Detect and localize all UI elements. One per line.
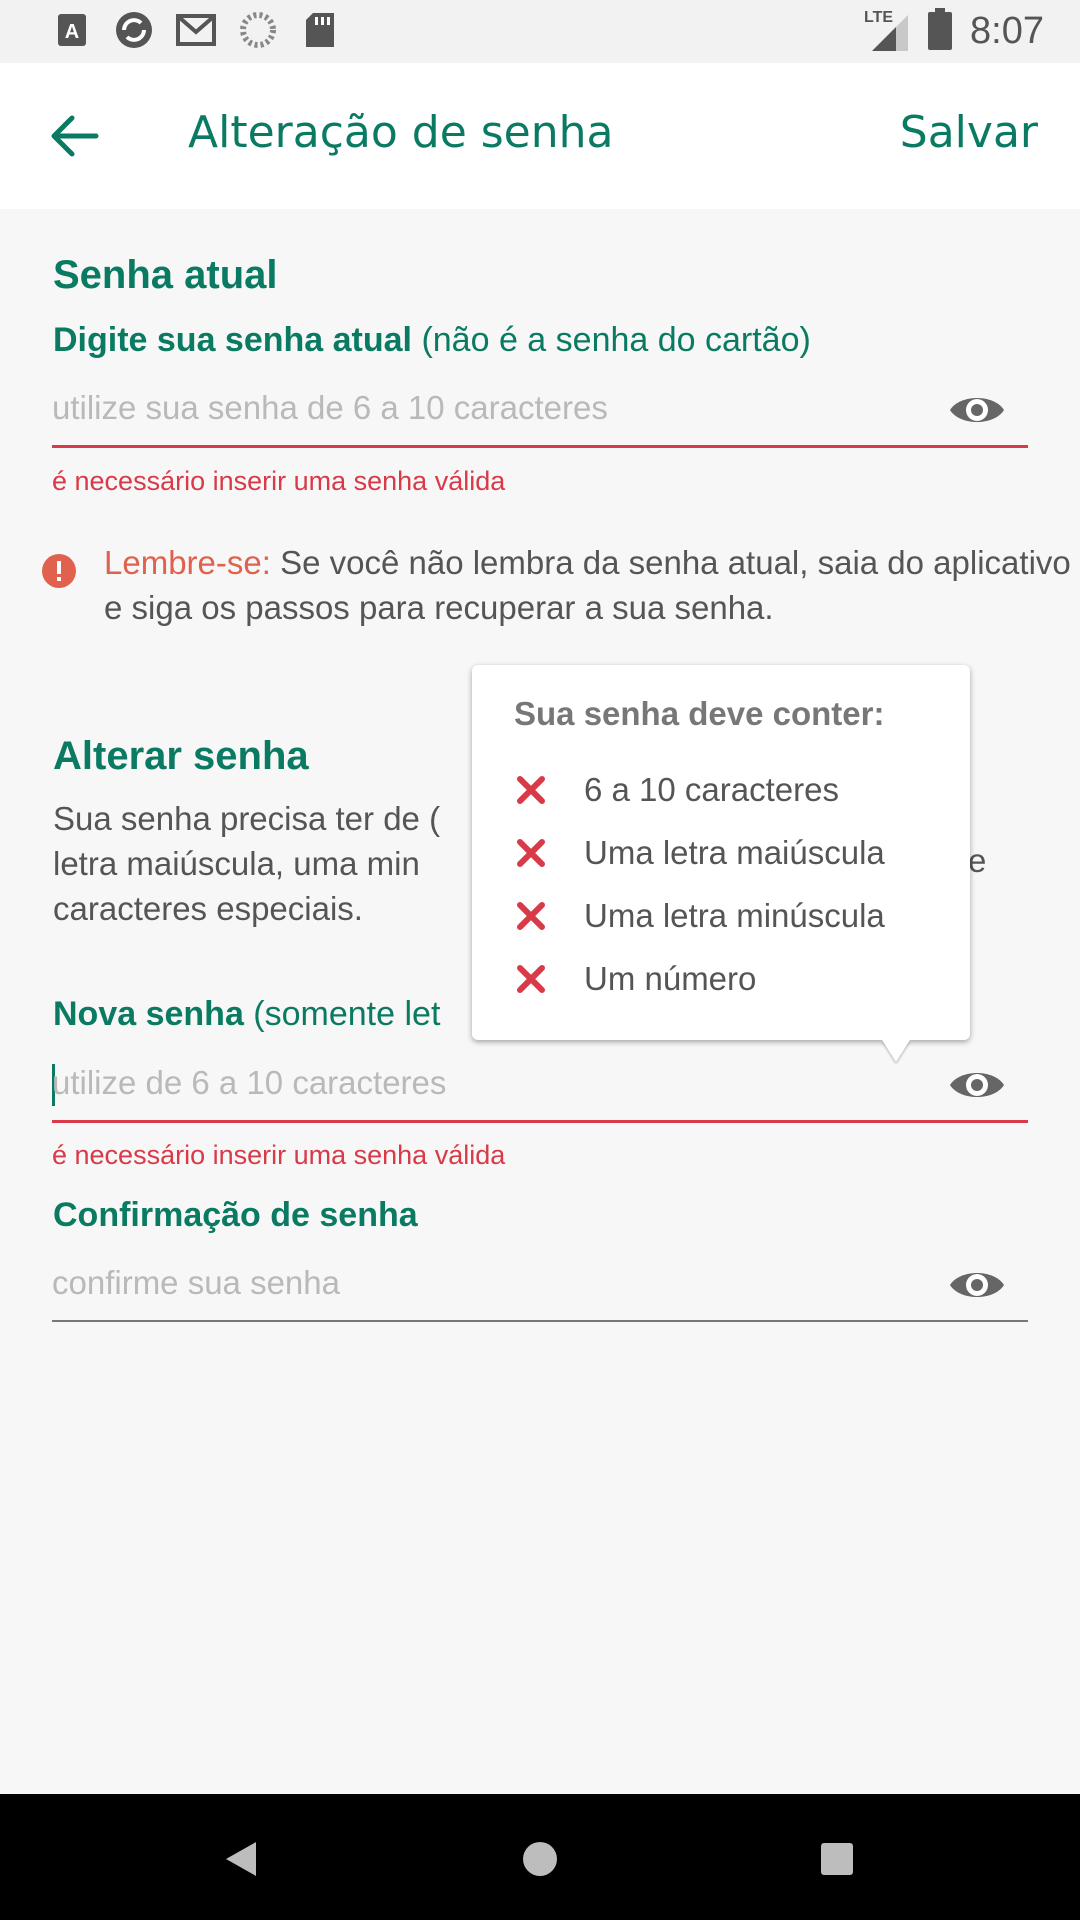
current-password-label-bold: Digite sua senha atual <box>53 321 412 359</box>
confirm-password-placeholder: confirme sua senha <box>52 1264 340 1301</box>
clock: 8:07 <box>970 9 1044 52</box>
back-button[interactable] <box>40 106 110 166</box>
x-icon <box>517 776 545 804</box>
show-password-icon[interactable] <box>948 1264 1006 1306</box>
svg-text:A: A <box>65 21 79 43</box>
arrow-back-icon <box>51 115 99 157</box>
requirement-item: Um número <box>516 954 756 1004</box>
sd-card-icon <box>300 10 340 50</box>
requirement-text: 6 a 10 caracteres <box>584 771 839 808</box>
popover-title: Sua senha deve conter: <box>514 695 885 732</box>
status-bar: A LTE 8:07 <box>0 0 1080 63</box>
current-password-label: Digite sua senha atual (não é a senha do… <box>53 321 811 360</box>
new-password-label-bold: Nova senha <box>53 995 244 1033</box>
new-password-label-note: (somente let <box>243 995 441 1033</box>
show-password-icon[interactable] <box>948 389 1006 431</box>
x-icon <box>517 965 545 993</box>
status-right: LTE 8:07 <box>864 8 1044 54</box>
current-password-field[interactable]: utilize sua senha de 6 a 10 caracteres <box>52 375 1028 448</box>
app-bar: Alteração de senha Salvar <box>0 63 1080 209</box>
x-icon <box>517 902 545 930</box>
battery-icon <box>928 8 953 54</box>
confirm-password-label-bold: Confirmação de senha <box>53 1196 418 1234</box>
triangle-back-icon <box>226 1842 256 1876</box>
requirement-item: Uma letra maiúscula <box>516 828 885 878</box>
reminder-lead: Lembre-se: <box>104 544 271 581</box>
show-password-icon[interactable] <box>948 1064 1006 1106</box>
requirement-item: 6 a 10 caracteres <box>516 765 839 815</box>
a-icon: A <box>52 10 92 50</box>
nav-recents-button[interactable] <box>812 1834 862 1884</box>
section-title-change-password: Alterar senha <box>53 734 309 778</box>
save-button[interactable]: Salvar <box>900 107 1038 158</box>
square-recents-icon <box>821 1843 853 1875</box>
alert-icon <box>42 554 76 588</box>
gmail-icon <box>176 10 216 50</box>
new-password-label: Nova senha (somente let <box>53 995 440 1034</box>
description-trailing-char: e <box>968 842 987 879</box>
requirement-item: Uma letra minúscula <box>516 891 885 941</box>
nav-home-button[interactable] <box>515 1834 565 1884</box>
section-title-current-password: Senha atual <box>53 253 278 297</box>
reminder-text: Lembre-se: Se você não lembra da senha a… <box>104 540 1080 630</box>
x-icon <box>517 839 545 867</box>
confirm-password-label: Confirmação de senha <box>53 1196 418 1235</box>
current-password-label-note: (não é a senha do cartão) <box>412 321 811 359</box>
circle-home-icon <box>523 1842 557 1876</box>
page-title: Alteração de senha <box>188 107 614 158</box>
password-requirements-popover: Sua senha deve conter: 6 a 10 caracteres… <box>472 665 970 1040</box>
system-nav-bar <box>0 1794 1080 1920</box>
requirement-text: Um número <box>584 960 757 997</box>
requirement-text: Uma letra maiúscula <box>584 834 885 871</box>
new-password-placeholder: utilize de 6 a 10 caracteres <box>52 1064 447 1101</box>
loading-icon <box>238 10 278 50</box>
requirement-text: Uma letra minúscula <box>584 897 885 934</box>
new-password-error: é necessário inserir uma senha válida <box>52 1140 506 1170</box>
status-left-icons: A <box>52 10 340 50</box>
confirm-password-field[interactable]: confirme sua senha <box>52 1250 1028 1322</box>
nav-back-button[interactable] <box>216 1834 266 1884</box>
signal-icon: LTE <box>864 9 910 53</box>
current-password-placeholder: utilize sua senha de 6 a 10 caracteres <box>52 389 608 426</box>
current-password-error: é necessário inserir uma senha válida <box>52 466 506 496</box>
sync-icon <box>114 10 154 50</box>
